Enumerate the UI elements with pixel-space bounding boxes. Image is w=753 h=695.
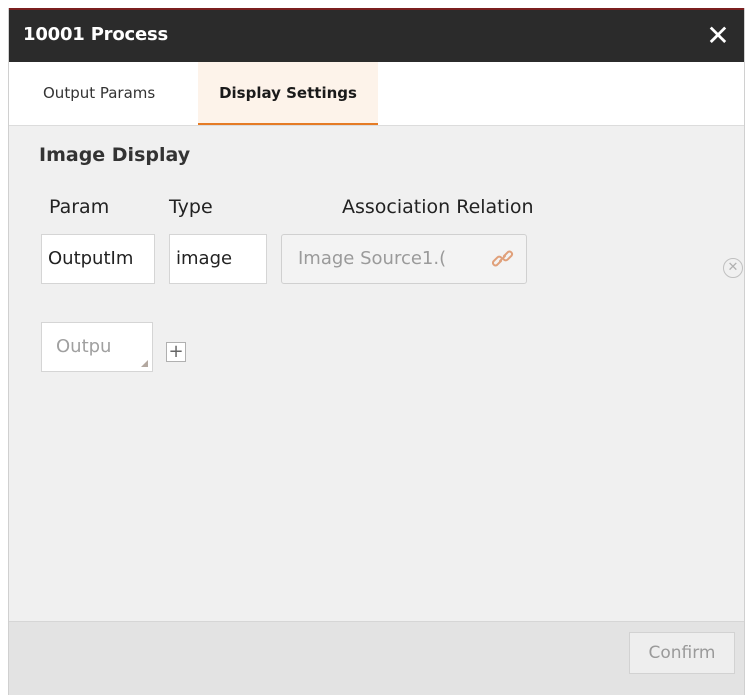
column-header-type: Type bbox=[169, 196, 213, 218]
param-type-field[interactable]: image bbox=[169, 234, 267, 284]
title-bar: 10001 Process ✕ bbox=[9, 8, 744, 62]
param-name-field[interactable]: OutputIm bbox=[41, 234, 155, 284]
output-param-select-value: Outpu bbox=[56, 336, 112, 357]
dropdown-corner-icon bbox=[141, 360, 148, 367]
association-relation-field: Image Source1.( bbox=[281, 234, 527, 284]
plus-icon[interactable]: + bbox=[166, 342, 186, 362]
column-header-association: Association Relation bbox=[342, 196, 534, 218]
link-icon[interactable] bbox=[492, 249, 514, 269]
process-dialog: 10001 Process ✕ Output Params Display Se… bbox=[8, 8, 745, 695]
column-header-param: Param bbox=[49, 196, 110, 218]
tab-bar: Output Params Display Settings bbox=[9, 62, 744, 126]
close-icon[interactable]: ✕ bbox=[700, 16, 736, 56]
dialog-footer: Confirm bbox=[9, 621, 744, 695]
output-param-select[interactable]: Outpu bbox=[41, 322, 153, 372]
association-relation-value: Image Source1.( bbox=[298, 248, 447, 269]
tab-display-settings[interactable]: Display Settings bbox=[198, 62, 378, 125]
dialog-title: 10001 Process bbox=[23, 24, 169, 45]
section-title: Image Display bbox=[39, 144, 191, 166]
confirm-button[interactable]: Confirm bbox=[629, 632, 735, 674]
remove-circle-icon[interactable]: ✕ bbox=[723, 258, 743, 278]
tab-output-params[interactable]: Output Params bbox=[27, 62, 171, 125]
